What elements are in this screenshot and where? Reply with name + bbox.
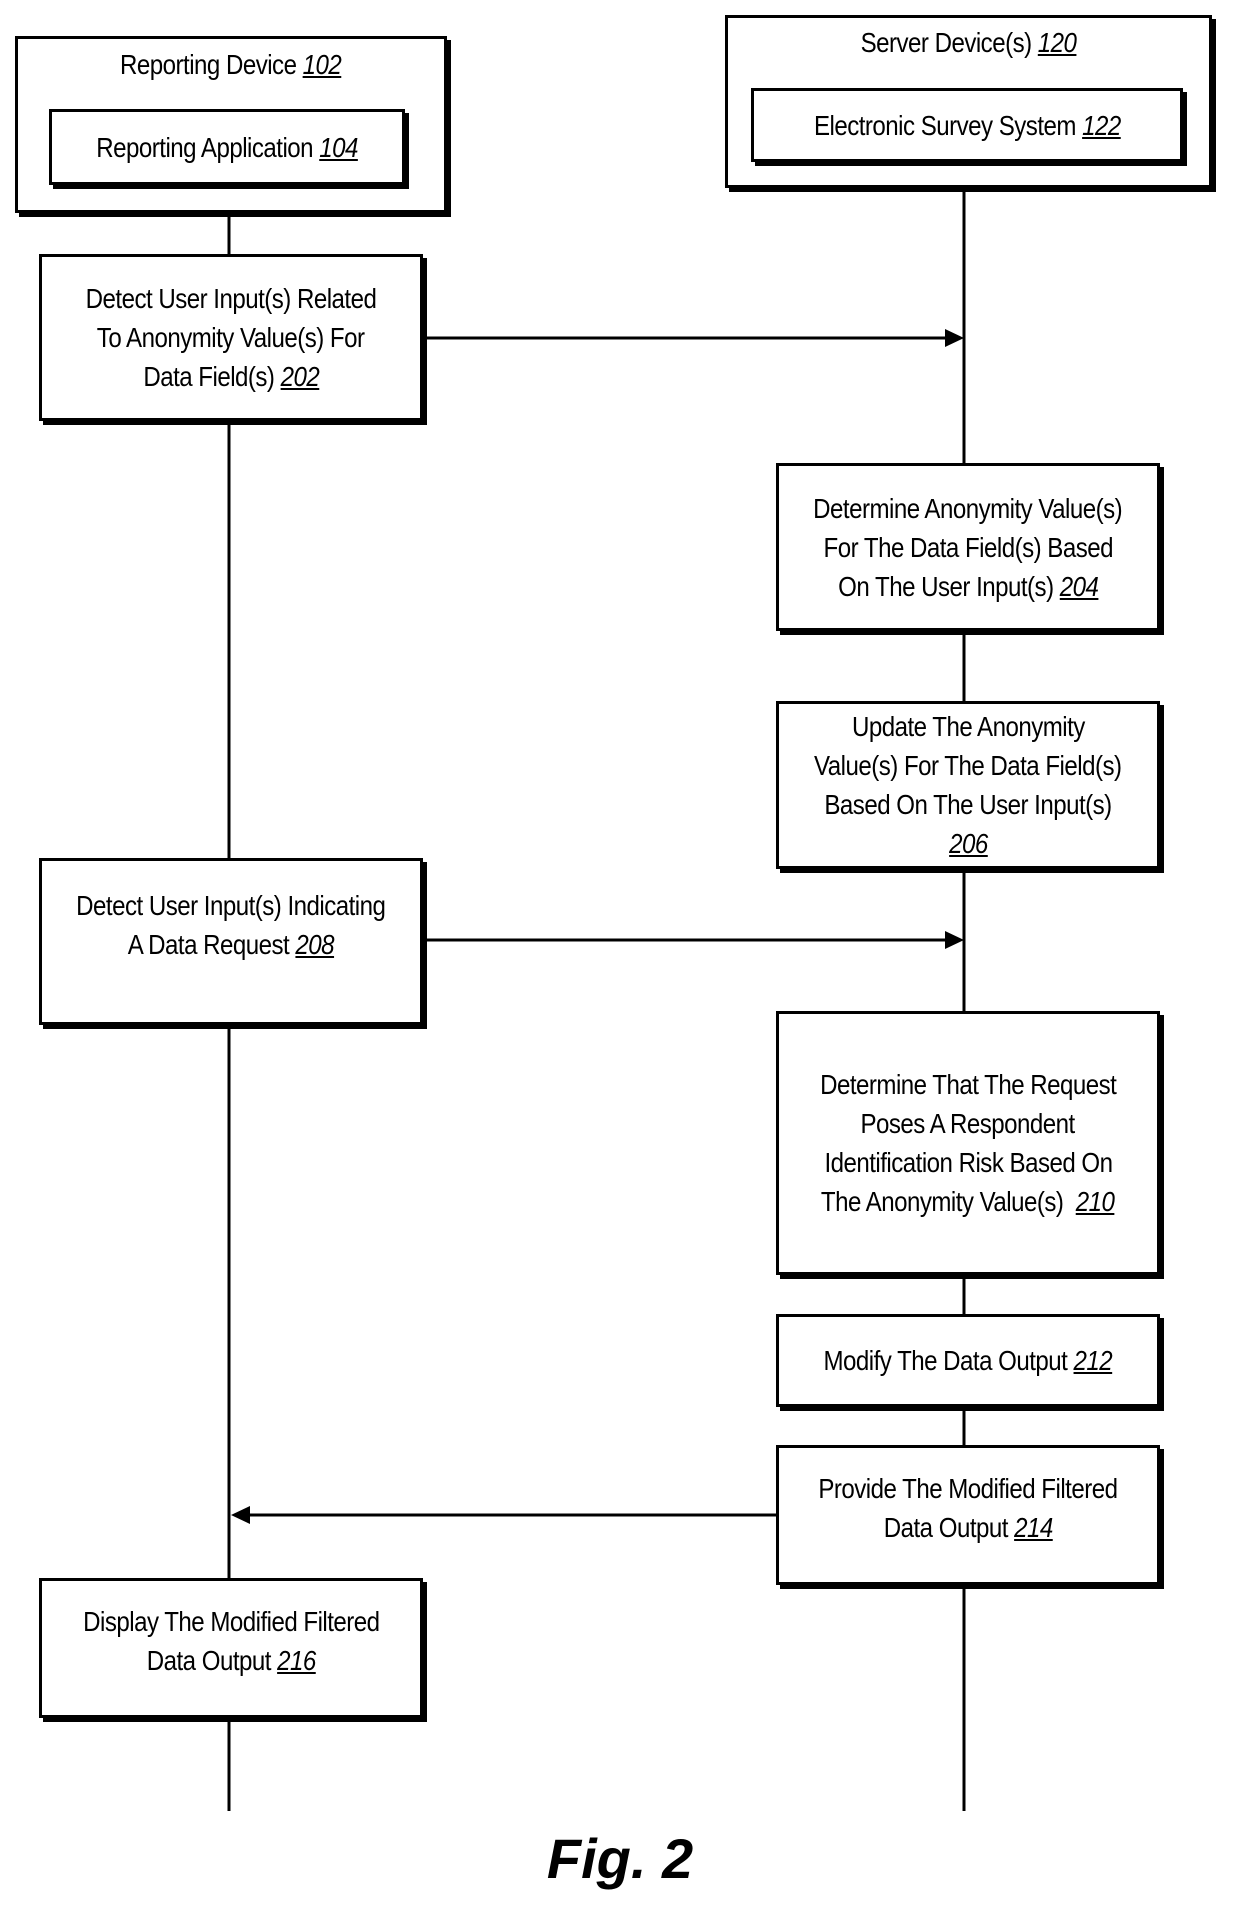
step-212-box: Modify The Data Output 212 xyxy=(776,1314,1160,1407)
step-202-box: Detect User Input(s) Related To Anonymit… xyxy=(39,254,423,421)
server-device-title: Server Device(s) 120 xyxy=(860,27,1077,58)
reference-number: 104 xyxy=(319,131,358,163)
figure-label: Fig. 2 xyxy=(546,1827,694,1890)
step-216-box: Display The Modified Filtered Data Outpu… xyxy=(39,1578,423,1718)
step-208-box: Detect User Input(s) Indicating A Data R… xyxy=(39,858,423,1025)
reference-number: 122 xyxy=(1081,109,1121,141)
step-204-box: Determine Anonymity Value(s) For The Dat… xyxy=(776,463,1160,631)
reference-number: 202 xyxy=(280,361,319,392)
reporting-device-title: Reporting Device 102 xyxy=(120,49,342,80)
step-206-box: Update The Anonymity Value(s) For The Da… xyxy=(776,701,1160,869)
reporting-application-box: Reporting Application 104 xyxy=(49,109,405,185)
reference-number: 212 xyxy=(1073,1345,1113,1376)
reference-number: 208 xyxy=(295,928,335,960)
step-210-box: Determine That The Request Poses A Respo… xyxy=(776,1011,1160,1275)
reference-number: 216 xyxy=(276,1645,316,1676)
electronic-survey-system-box: Electronic Survey System 122 xyxy=(751,88,1183,162)
reference-number: 214 xyxy=(1013,1512,1053,1543)
reference-number: 204 xyxy=(1059,570,1099,602)
reference-number: 206 xyxy=(948,828,988,859)
reference-number: 102 xyxy=(302,49,342,80)
message-arrow-214 xyxy=(231,1506,776,1524)
message-arrow-208 xyxy=(423,931,964,949)
message-arrow-202 xyxy=(423,329,964,347)
step-214-box: Provide The Modified Filtered Data Outpu… xyxy=(776,1445,1160,1585)
reference-number: 210 xyxy=(1076,1186,1115,1217)
reference-number: 120 xyxy=(1037,27,1077,58)
